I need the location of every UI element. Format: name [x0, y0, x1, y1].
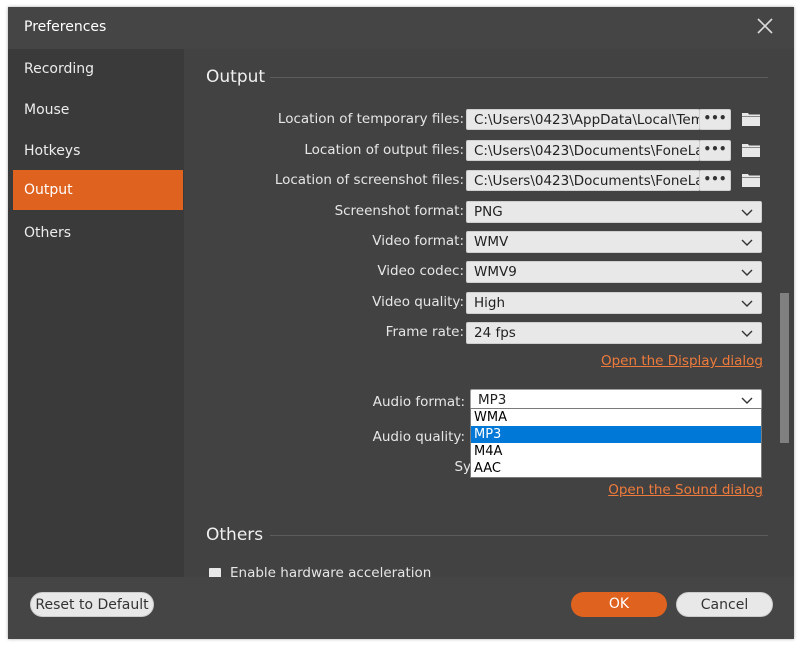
dropdown-option-mp3[interactable]: MP3 — [471, 426, 761, 443]
video-format-label: Video format: — [372, 233, 464, 249]
temp-files-path-input[interactable]: C:\Users\0423\AppData\Local\Tem — [466, 109, 700, 130]
section-divider — [270, 77, 768, 78]
video-quality-select[interactable]: High — [466, 292, 762, 314]
preferences-dialog: Preferences Recording Mouse Hotkeys Outp… — [8, 7, 794, 639]
temp-files-label: Location of temporary files: — [277, 111, 464, 127]
output-section-title: Output — [206, 67, 266, 87]
output-files-browse-button[interactable]: ••• — [699, 140, 731, 161]
video-quality-value: High — [474, 295, 506, 311]
audio-format-value: MP3 — [478, 392, 507, 408]
chevron-down-icon — [741, 397, 753, 404]
folder-icon[interactable] — [741, 111, 761, 127]
others-section-title: Others — [206, 525, 264, 545]
dialog-title: Preferences — [24, 19, 107, 35]
partial-hidden-label: Sy — [454, 459, 471, 475]
sidebar-item-hotkeys[interactable]: Hotkeys — [13, 131, 183, 171]
hardware-acceleration-label: Enable hardware acceleration — [230, 565, 432, 577]
hardware-acceleration-checkbox[interactable] — [209, 568, 221, 577]
chevron-down-icon — [741, 239, 753, 246]
sidebar-item-output[interactable]: Output — [13, 170, 183, 210]
sidebar-item-mouse[interactable]: Mouse — [13, 90, 183, 130]
sidebar: Recording Mouse Hotkeys Output Others — [8, 49, 184, 577]
audio-format-label: Audio format: — [372, 394, 465, 410]
screenshot-format-select[interactable]: PNG — [466, 201, 762, 223]
cancel-button[interactable]: Cancel — [676, 592, 773, 617]
output-files-path-input[interactable]: C:\Users\0423\Documents\FoneLat — [466, 140, 700, 161]
screenshot-format-label: Screenshot format: — [334, 203, 464, 219]
frame-rate-label: Frame rate: — [385, 324, 464, 340]
content-scrollbar[interactable] — [780, 293, 789, 443]
dropdown-option-wma[interactable]: WMA — [471, 409, 761, 426]
chevron-down-icon — [741, 269, 753, 276]
screenshot-files-label: Location of screenshot files: — [274, 172, 464, 188]
settings-content: Output Location of temporary files: C:\U… — [184, 49, 794, 577]
screenshot-files-path-input[interactable]: C:\Users\0423\Documents\FoneLat — [466, 170, 700, 191]
frame-rate-select[interactable]: 24 fps — [466, 322, 762, 344]
sidebar-item-others[interactable]: Others — [13, 213, 183, 253]
chevron-down-icon — [741, 300, 753, 307]
screenshot-files-browse-button[interactable]: ••• — [699, 170, 731, 191]
chevron-down-icon — [741, 209, 753, 216]
frame-rate-value: 24 fps — [474, 325, 516, 341]
dropdown-option-m4a[interactable]: M4A — [471, 443, 761, 460]
output-files-label: Location of output files: — [304, 142, 464, 158]
sidebar-item-recording[interactable]: Recording — [13, 49, 183, 89]
folder-icon[interactable] — [741, 172, 761, 188]
folder-icon[interactable] — [741, 142, 761, 158]
video-codec-select[interactable]: WMV9 — [466, 261, 762, 283]
audio-format-dropdown-list: WMA MP3 M4A AAC — [470, 408, 762, 478]
temp-files-browse-button[interactable]: ••• — [699, 109, 731, 130]
dropdown-option-aac[interactable]: AAC — [471, 460, 761, 477]
open-sound-dialog-link[interactable]: Open the Sound dialog — [608, 482, 763, 498]
open-display-dialog-link[interactable]: Open the Display dialog — [601, 353, 763, 369]
section-divider — [270, 535, 768, 536]
audio-quality-label: Audio quality: — [372, 429, 465, 445]
video-codec-value: WMV9 — [474, 264, 517, 280]
video-format-select[interactable]: WMV — [466, 231, 762, 253]
reset-to-default-button[interactable]: Reset to Default — [30, 592, 154, 617]
ok-button[interactable]: OK — [571, 592, 667, 617]
chevron-down-icon — [741, 330, 753, 337]
screenshot-format-value: PNG — [474, 204, 503, 220]
video-codec-label: Video codec: — [377, 263, 464, 279]
close-icon[interactable] — [756, 17, 774, 35]
video-format-value: WMV — [474, 234, 509, 250]
video-quality-label: Video quality: — [372, 294, 464, 310]
